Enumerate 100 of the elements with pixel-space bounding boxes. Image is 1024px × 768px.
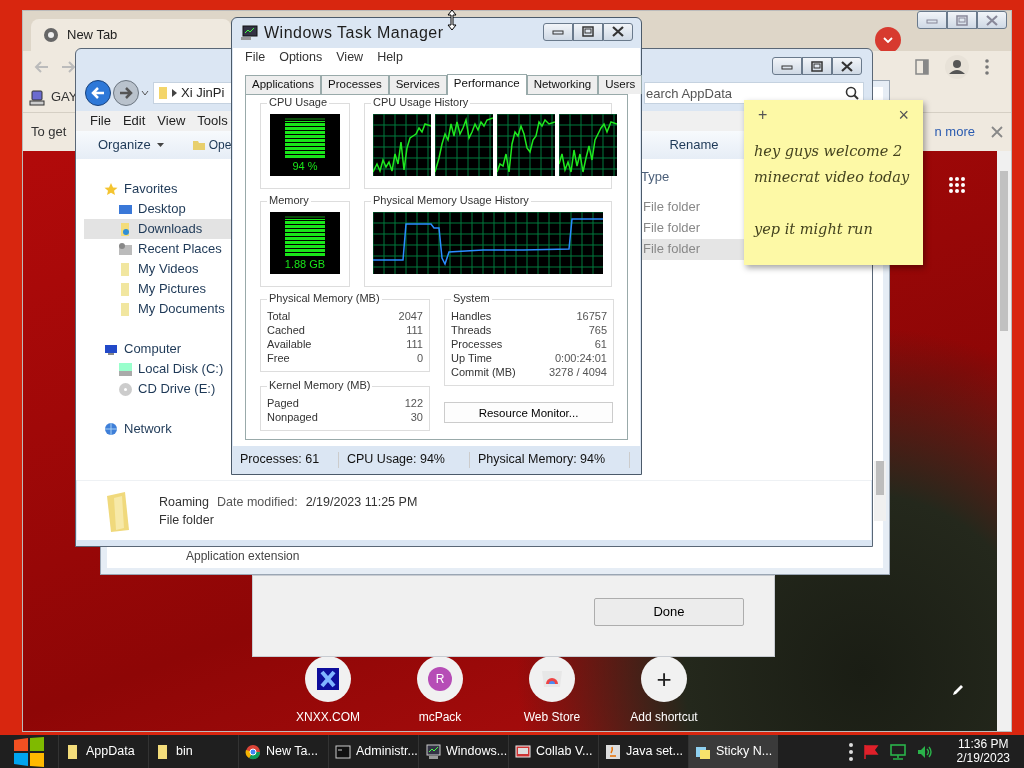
stat-value: 111 <box>406 338 423 353</box>
sidebar-icon[interactable] <box>915 59 929 75</box>
stat-label: Handles <box>451 310 492 325</box>
status-text: CPU Usage: 94% <box>339 452 470 468</box>
cpu-history-graph <box>373 114 431 177</box>
java-icon <box>605 743 621 760</box>
overflow-dots-icon[interactable] <box>848 742 853 761</box>
nav-item[interactable]: Computer <box>84 339 232 359</box>
forward-button[interactable] <box>113 80 139 106</box>
menu-item[interactable]: Options <box>279 49 323 66</box>
maximize-button[interactable] <box>802 57 832 75</box>
address-bar[interactable]: Xi JinPi <box>153 82 233 104</box>
tab[interactable]: Users <box>598 75 643 95</box>
close-icon <box>986 14 998 26</box>
shortcut-tile[interactable]: + <box>641 656 687 702</box>
menu-item[interactable]: Help <box>377 49 403 66</box>
maximize-button[interactable] <box>947 11 977 29</box>
open-button[interactable]: Ope <box>191 137 232 153</box>
nav-item[interactable]: Network <box>84 419 232 439</box>
star-icon <box>104 181 119 197</box>
file-type-cell[interactable]: File folder <box>641 218 745 239</box>
scrollbar-thumb[interactable] <box>876 461 884 495</box>
menu-item[interactable]: Edit <box>122 112 146 130</box>
back-button[interactable] <box>85 80 111 106</box>
nav-item[interactable]: CD Drive (E:) <box>84 379 232 399</box>
rename-button[interactable]: Rename <box>663 135 725 155</box>
stat-value: 16757 <box>576 310 607 325</box>
tab[interactable]: Applications <box>245 75 321 95</box>
maximize-button[interactable] <box>573 22 603 41</box>
bookmark-link[interactable]: GAY <box>29 89 78 106</box>
stat-label: Nonpaged <box>267 411 318 426</box>
nav-item[interactable]: Local Disk (C:) <box>84 359 232 379</box>
menu-item[interactable]: View <box>336 49 364 66</box>
maximize-icon <box>811 60 823 72</box>
tab[interactable]: Services <box>388 75 447 95</box>
close-button[interactable] <box>832 57 862 75</box>
nav-item[interactable]: My Videos <box>84 259 232 279</box>
close-note-button[interactable]: × <box>894 106 913 124</box>
flag-icon[interactable] <box>862 743 879 760</box>
taskbar-button[interactable]: Windows... <box>418 735 508 768</box>
taskbar-button[interactable]: New Ta... <box>238 735 328 768</box>
scrollbar-thumb[interactable] <box>1000 171 1008 331</box>
speaker-icon[interactable] <box>916 744 933 759</box>
nav-item[interactable]: Favorites <box>84 179 232 199</box>
taskbar-button[interactable]: Sticky N... <box>688 735 778 768</box>
more-menu-icon[interactable] <box>985 59 989 75</box>
nav-item[interactable]: My Pictures <box>84 279 232 299</box>
tab-search-button[interactable] <box>875 27 901 53</box>
column-header[interactable]: Type <box>641 169 745 189</box>
group-label: Memory <box>267 194 311 209</box>
taskbar-button[interactable]: Administr... <box>328 735 418 768</box>
nav-item[interactable]: Downloads <box>84 219 232 239</box>
folder-icon <box>105 489 131 532</box>
menu-item[interactable]: File <box>245 49 266 66</box>
minimize-button[interactable] <box>917 11 947 29</box>
resource-monitor-button[interactable]: Resource Monitor... <box>444 402 613 424</box>
done-button[interactable]: Done <box>594 598 744 626</box>
taskbar-button[interactable]: AppData <box>58 735 148 768</box>
shortcut-tile[interactable] <box>529 656 575 702</box>
taskbar-button[interactable]: Collab V... <box>508 735 598 768</box>
network-icon[interactable] <box>888 743 907 760</box>
cpu-history-graph <box>559 114 617 177</box>
forward-arrow-icon[interactable] <box>61 60 77 74</box>
minimize-button[interactable] <box>543 22 573 41</box>
profile-icon[interactable] <box>945 55 969 79</box>
pencil-icon[interactable] <box>951 683 965 697</box>
clock-time: 11:36 PM <box>957 738 1010 752</box>
taskbar-button[interactable]: bin <box>148 735 238 768</box>
group-label: Kernel Memory (MB) <box>267 379 373 394</box>
stat-label: Cached <box>267 324 305 339</box>
nav-item[interactable]: Desktop <box>84 199 232 219</box>
stat-value: 0 <box>416 352 423 367</box>
apps-grid-icon[interactable] <box>949 177 965 193</box>
tab[interactable]: Networking <box>526 75 599 95</box>
menu-item[interactable]: View <box>157 112 186 130</box>
close-button[interactable] <box>603 22 633 41</box>
add-note-button[interactable]: + <box>754 106 772 124</box>
minimize-button[interactable] <box>772 57 802 75</box>
disc-icon <box>118 381 133 397</box>
stat-value: 3278 / 4094 <box>548 366 607 381</box>
menu-item[interactable]: Tools <box>197 112 228 130</box>
tab[interactable]: Performance <box>446 74 527 96</box>
shortcut-tile[interactable]: R <box>417 656 463 702</box>
organize-button[interactable]: Organize <box>92 135 170 155</box>
infobar-link[interactable]: n more <box>934 123 975 141</box>
nav-item[interactable]: Recent Places <box>84 239 232 259</box>
nav-item[interactable]: My Documents <box>84 299 232 319</box>
shortcut-tile[interactable] <box>305 656 351 702</box>
close-icon[interactable] <box>991 126 1003 138</box>
menu-item[interactable]: File <box>90 112 111 130</box>
stat-label: Free <box>267 352 290 367</box>
stat-value: 111 <box>406 324 423 339</box>
browser-tab[interactable]: New Tab <box>31 19 231 51</box>
caret-icon <box>156 143 164 147</box>
note-text: yep it might run <box>754 220 874 239</box>
file-type-cell[interactable]: File folder <box>641 197 745 218</box>
stat-value: 122 <box>404 397 423 412</box>
tab[interactable]: Processes <box>321 75 389 95</box>
x-logo-icon <box>317 668 339 690</box>
window-title: Windows Task Manager <box>264 22 444 43</box>
